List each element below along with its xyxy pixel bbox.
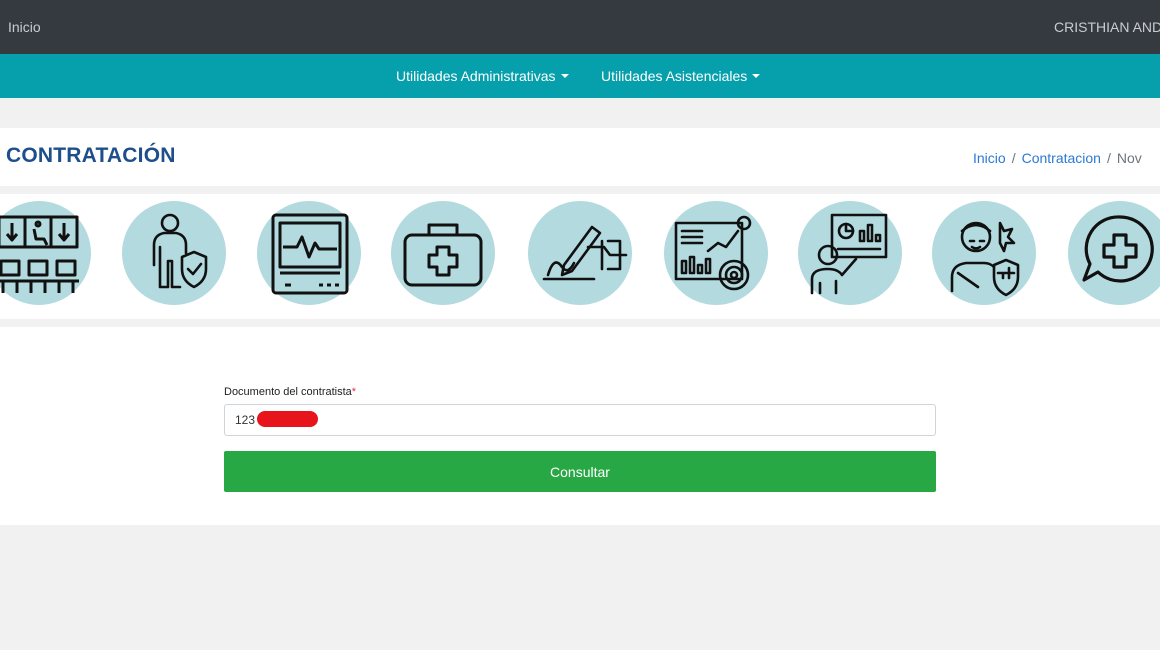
user-menu[interactable]: CRISTHIAN ANDRÉS bbox=[1054, 19, 1160, 35]
shortcut-signature[interactable] bbox=[528, 201, 632, 305]
heart-monitor-icon bbox=[271, 213, 349, 295]
menu-label: Utilidades Administrativas bbox=[396, 68, 556, 84]
first-aid-kit-icon bbox=[403, 223, 483, 287]
signature-icon bbox=[542, 225, 628, 281]
nav-home-link[interactable]: Inicio bbox=[8, 19, 41, 35]
menu-utilidades-administrativas[interactable]: Utilidades Administrativas bbox=[396, 68, 569, 84]
page-title: CONTRATACIÓN bbox=[6, 144, 176, 167]
analytics-dashboard-icon bbox=[674, 215, 752, 291]
breadcrumb-current: Nov bbox=[1116, 150, 1142, 166]
menu-utilidades-asistenciales[interactable]: Utilidades Asistenciales bbox=[601, 68, 761, 84]
required-marker: * bbox=[351, 386, 357, 398]
main-menu-bar: Utilidades Administrativas Utilidades As… bbox=[0, 54, 1160, 98]
breadcrumb: Inicio / Contratacion / Nov bbox=[973, 150, 1142, 166]
injured-patient-icon bbox=[950, 221, 1020, 297]
document-label: Documento del contratista* bbox=[224, 386, 357, 398]
presentation-icon bbox=[810, 213, 888, 295]
top-navbar: Inicio CRISTHIAN ANDRÉS bbox=[0, 0, 1160, 54]
protected-person-icon bbox=[152, 213, 208, 289]
document-input[interactable] bbox=[224, 404, 936, 436]
menu-label: Utilidades Asistenciales bbox=[601, 68, 748, 84]
waiting-room-icon bbox=[0, 215, 79, 293]
caret-down-icon bbox=[752, 74, 761, 79]
consultar-button[interactable]: Consultar bbox=[224, 451, 936, 492]
shortcut-waiting-room[interactable] bbox=[0, 201, 91, 305]
caret-down-icon bbox=[560, 74, 569, 79]
shortcut-presentation[interactable] bbox=[798, 201, 902, 305]
shortcut-medical-chat[interactable] bbox=[1068, 201, 1160, 305]
shortcut-first-aid[interactable] bbox=[391, 201, 495, 305]
shortcut-protected-person[interactable] bbox=[122, 201, 226, 305]
shortcut-icons-bar bbox=[0, 194, 1160, 319]
redaction-mark bbox=[257, 411, 318, 427]
page-header: CONTRATACIÓN Inicio / Contratacion / Nov bbox=[0, 128, 1160, 186]
search-form: Documento del contratista* Consultar bbox=[0, 327, 1160, 525]
shortcut-heart-monitor[interactable] bbox=[257, 201, 361, 305]
shortcut-injured-patient[interactable] bbox=[932, 201, 1036, 305]
shortcut-analytics[interactable] bbox=[664, 201, 768, 305]
breadcrumb-contratacion[interactable]: Contratacion bbox=[1022, 150, 1101, 166]
medical-chat-icon bbox=[1082, 215, 1154, 283]
breadcrumb-home[interactable]: Inicio bbox=[973, 150, 1006, 166]
